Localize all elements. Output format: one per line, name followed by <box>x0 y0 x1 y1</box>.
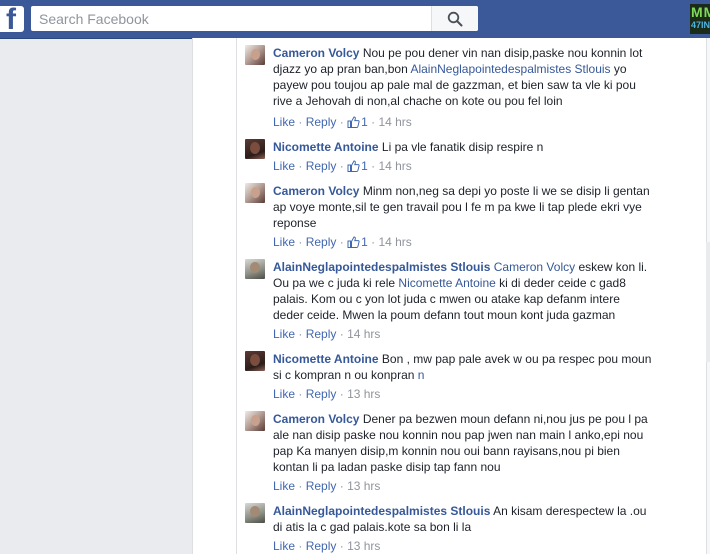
separator-dot: · <box>339 539 344 553</box>
comment-mention[interactable]: AlainNeglapointedespalmistes Stlouis <box>410 62 610 76</box>
search-icon <box>447 11 463 27</box>
comment-body: Nicomette Antoine Bon , mw pap pale avek… <box>273 351 658 383</box>
comment-timestamp[interactable]: 13 hrs <box>347 387 380 401</box>
comment-actions: Like · Reply · 13 hrs <box>273 478 380 494</box>
like-link[interactable]: Like <box>273 479 295 493</box>
comment-author[interactable]: Nicomette Antoine <box>273 140 379 154</box>
separator-dot: · <box>339 235 344 249</box>
separator-dot: · <box>339 387 344 401</box>
like-link[interactable]: Like <box>273 115 295 129</box>
separator-dot: · <box>339 115 344 129</box>
comment-body: Nicomette Antoine Li pa vle fanatik disi… <box>273 139 658 155</box>
top-navigation-bar: f MM 47INFO <box>0 0 710 39</box>
separator-dot: · <box>371 235 376 249</box>
comment-body: Cameron Volcy Dener pa bezwen moun defan… <box>273 411 651 475</box>
comment-timestamp[interactable]: 14 hrs <box>347 327 380 341</box>
comment-actions: Like · Reply · 1 · 14 hrs <box>273 114 412 130</box>
comment-text: Li pa vle fanatik disip respire n <box>378 140 544 154</box>
comment-timestamp[interactable]: 14 hrs <box>378 159 411 173</box>
reply-link[interactable]: Reply <box>306 479 337 493</box>
comment-mention[interactable]: n <box>418 368 425 382</box>
scrollbar-track[interactable] <box>706 242 710 362</box>
comment-body: AlainNeglapointedespalmistes Stlouis Cam… <box>273 259 651 323</box>
thumbs-up-icon <box>347 236 360 248</box>
comment-mention[interactable]: Cameron Volcy <box>494 260 575 274</box>
separator-dot: · <box>371 115 376 129</box>
like-count[interactable]: 1 <box>347 159 368 173</box>
reply-link[interactable]: Reply <box>306 159 337 173</box>
comment-timestamp[interactable]: 13 hrs <box>347 479 380 493</box>
reply-thread-line <box>236 38 237 554</box>
thumbs-up-icon <box>347 116 360 128</box>
like-link[interactable]: Like <box>273 159 295 173</box>
promo-line-2: 47INFO <box>691 20 710 30</box>
like-link[interactable]: Like <box>273 327 295 341</box>
like-count[interactable]: 1 <box>347 235 368 249</box>
like-count-value: 1 <box>361 235 368 249</box>
separator-dot: · <box>339 479 344 493</box>
avatar[interactable] <box>245 503 265 523</box>
avatar[interactable] <box>245 45 265 65</box>
like-count[interactable]: 1 <box>347 115 368 129</box>
avatar[interactable] <box>245 351 265 371</box>
avatar[interactable] <box>245 183 265 203</box>
comment-author[interactable]: AlainNeglapointedespalmistes Stlouis <box>273 260 490 274</box>
facebook-logo-icon[interactable]: f <box>0 6 24 32</box>
reply-link[interactable]: Reply <box>306 235 337 249</box>
promo-line-1: MM <box>691 4 710 20</box>
separator-dot: · <box>298 115 303 129</box>
separator-dot: · <box>298 159 303 173</box>
like-link[interactable]: Like <box>273 387 295 401</box>
separator-dot: · <box>298 235 303 249</box>
like-count-value: 1 <box>361 159 368 173</box>
logo-letter: f <box>6 6 16 32</box>
separator-dot: · <box>298 387 303 401</box>
comment-timestamp[interactable]: 14 hrs <box>378 115 411 129</box>
like-count-value: 1 <box>361 115 368 129</box>
separator-dot: · <box>298 479 303 493</box>
comment-author[interactable]: Nicomette Antoine <box>273 352 379 366</box>
comment-body: AlainNeglapointedespalmistes Stlouis An … <box>273 503 658 535</box>
comment-author[interactable]: AlainNeglapointedespalmistes Stlouis <box>273 504 490 518</box>
comment-actions: Like · Reply · 13 hrs <box>273 538 380 554</box>
comment-body: Cameron Volcy Nou pe pou dener vin nan d… <box>273 45 653 109</box>
avatar[interactable] <box>245 259 265 279</box>
comment-actions: Like · Reply · 13 hrs <box>273 386 380 402</box>
comment-body: Cameron Volcy Minm non,neg sa depi yo po… <box>273 183 651 231</box>
comment-actions: Like · Reply · 1 · 14 hrs <box>273 158 412 174</box>
reply-link[interactable]: Reply <box>306 539 337 553</box>
promo-banner-image[interactable]: MM 47INFO <box>690 4 710 34</box>
search-button[interactable] <box>431 6 478 31</box>
separator-dot: · <box>339 327 344 341</box>
separator-dot: · <box>298 327 303 341</box>
avatar[interactable] <box>245 411 265 431</box>
separator-dot: · <box>298 539 303 553</box>
comment-author[interactable]: Cameron Volcy <box>273 412 359 426</box>
comment-timestamp[interactable]: 14 hrs <box>378 235 411 249</box>
reply-link[interactable]: Reply <box>306 327 337 341</box>
comment-actions: Like · Reply · 1 · 14 hrs <box>273 234 412 250</box>
search-box <box>31 6 478 31</box>
comment-timestamp[interactable]: 13 hrs <box>347 539 380 553</box>
search-input[interactable] <box>31 6 439 31</box>
avatar[interactable] <box>245 139 265 159</box>
like-link[interactable]: Like <box>273 539 295 553</box>
comment-author[interactable]: Cameron Volcy <box>273 184 359 198</box>
reply-link[interactable]: Reply <box>306 115 337 129</box>
comment-mention[interactable]: Nicomette Antoine <box>398 276 495 290</box>
reply-link[interactable]: Reply <box>306 387 337 401</box>
comment-actions: Like · Reply · 14 hrs <box>273 326 380 342</box>
separator-dot: · <box>339 159 344 173</box>
separator-dot: · <box>371 159 376 173</box>
comment-author[interactable]: Cameron Volcy <box>273 46 359 60</box>
thumbs-up-icon <box>347 160 360 172</box>
like-link[interactable]: Like <box>273 235 295 249</box>
